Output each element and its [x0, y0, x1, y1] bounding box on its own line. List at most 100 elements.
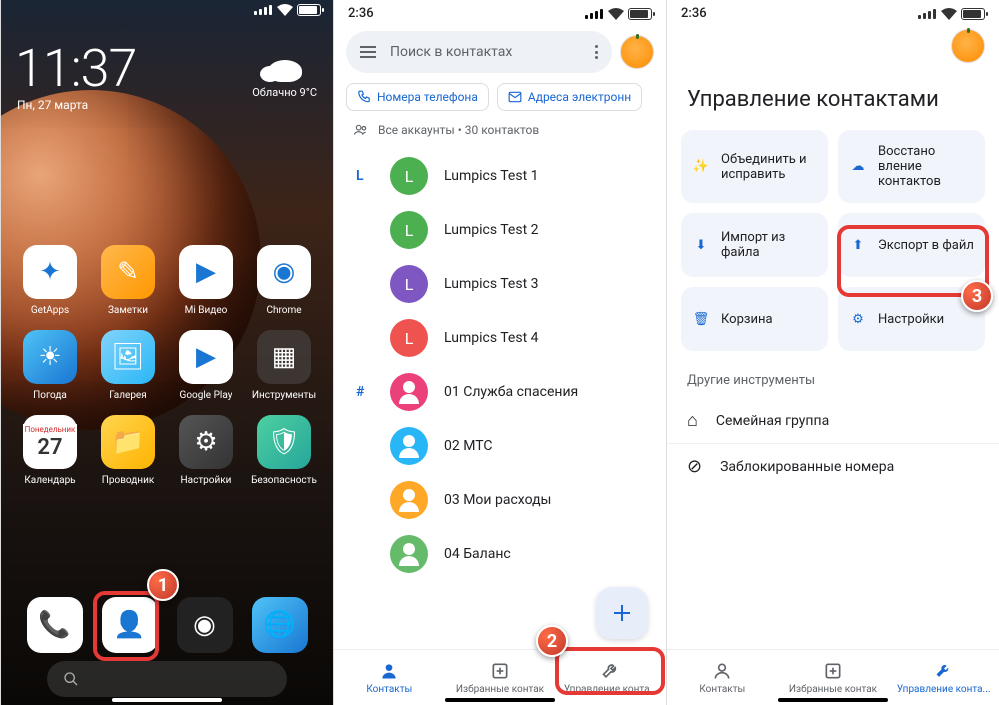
app-label: Google Play — [180, 390, 233, 401]
contacts-list: LLLumpics Test 1LLumpics Test 2LLumpics … — [334, 149, 666, 581]
link-1[interactable]: ⊘Заблокированные номера — [667, 444, 999, 489]
app-Безопасность[interactable]: 🛡Безопасность — [249, 415, 319, 486]
card-label: Объединить и исправить — [721, 152, 818, 182]
chip-phone[interactable]: Номера телефона — [346, 83, 489, 111]
app-Инструменты[interactable]: ▦Инструменты — [249, 330, 319, 401]
card-1[interactable]: ☁ Восстано вление контактов — [838, 130, 985, 203]
list-item[interactable]: LLumpics Test 2 — [334, 203, 666, 257]
avatar[interactable] — [951, 29, 985, 63]
browser-icon: 🌐 — [252, 597, 308, 653]
wifi-icon — [608, 8, 624, 20]
weather-widget[interactable]: Облачно 9°C — [252, 60, 317, 99]
tab-contacts[interactable]: Контакты — [667, 650, 778, 705]
app-Галерея[interactable]: 🖼 Галерея — [93, 330, 163, 401]
card-icon: ⬆ — [848, 235, 868, 255]
dock-camera[interactable]: ◉ — [177, 597, 233, 653]
app-Погода[interactable]: ☀Погода — [15, 330, 85, 401]
app-Заметки[interactable]: ✎Заметки — [93, 245, 163, 316]
card-label: Корзина — [721, 312, 773, 327]
list-item[interactable]: #01 Служба спасения — [334, 365, 666, 419]
app-GetApps[interactable]: ✦GetApps — [15, 245, 85, 316]
list-item[interactable]: LLumpics Test 4 — [334, 311, 666, 365]
app-icon: ◉ — [257, 245, 311, 299]
link-0[interactable]: ⌂Семейная группа — [667, 398, 999, 444]
contact-avatar — [390, 535, 428, 573]
card-2[interactable]: ⬇Импорт из файла — [681, 213, 828, 277]
list-item[interactable]: 02 МТС — [334, 419, 666, 473]
link-label: Семейная группа — [716, 413, 829, 429]
list-item[interactable]: LLLumpics Test 1 — [334, 149, 666, 203]
list-item[interactable]: LLumpics Test 3 — [334, 257, 666, 311]
card-label: Восстано вление контактов — [878, 144, 975, 189]
battery-icon: .light .battery::before,.light .battery:… — [628, 8, 652, 20]
links-list: ⌂Семейная группа⊘Заблокированные номера — [667, 398, 999, 489]
app-label: Инструменты — [252, 390, 316, 401]
app-Настройки[interactable]: ⚙Настройки — [171, 415, 241, 486]
card-0[interactable]: ✨Объединить и исправить — [681, 130, 828, 203]
app-Mi Видео[interactable]: ▶Mi Видео — [171, 245, 241, 316]
camera-icon: ◉ — [177, 597, 233, 653]
app-label: Календарь — [24, 475, 75, 486]
card-4[interactable]: 🗑Корзина — [681, 287, 828, 351]
tab-contacts[interactable]: Контакты — [334, 650, 445, 705]
contact-avatar: L — [390, 211, 428, 249]
clock: 11:37 — [15, 38, 136, 99]
tab-manage[interactable]: Управление конта... — [888, 650, 999, 705]
app-grid: ✦GetApps✎Заметки▶Mi Видео◉Chrome☀Погода🖼… — [1, 245, 333, 486]
app-icon: 🛡 — [257, 415, 311, 469]
app-Проводник[interactable]: 📁Проводник — [93, 415, 163, 486]
battery-icon — [297, 4, 321, 16]
phone-icon: 📞 — [27, 597, 83, 653]
card-icon: ☁ — [848, 157, 868, 177]
app-icon: ▶ — [179, 245, 233, 299]
contacts-icon — [379, 661, 399, 681]
menu-icon[interactable] — [360, 46, 376, 58]
status-time: 2:36 — [348, 6, 374, 21]
weather-text: Облачно 9°C — [252, 86, 317, 99]
search-bar[interactable] — [47, 661, 287, 697]
status-bar — [254, 4, 321, 16]
contact-name: 01 Служба спасения — [444, 384, 578, 400]
status-bar: 2:36 — [667, 0, 999, 23]
contact-avatar — [390, 481, 428, 519]
avatar[interactable] — [620, 35, 654, 69]
card-icon: ⚙ — [848, 309, 868, 329]
search-input[interactable]: Поиск в контактах — [346, 31, 612, 73]
home-screen: 11:37 Пн, 27 марта Облачно 9°C ✦GetApps✎… — [0, 0, 333, 705]
app-icon: 🖼 — [101, 330, 155, 384]
manage-contacts-screen: 2:36 Управление контактами ✨Объединить и… — [666, 0, 999, 705]
tab-manage[interactable]: Управление конта... — [555, 650, 666, 705]
app-icon: ✎ — [101, 245, 155, 299]
app-label: Погода — [33, 390, 67, 401]
contact-avatar: L — [390, 265, 428, 303]
star-add-icon — [490, 661, 510, 681]
app-icon: 📁 — [101, 415, 155, 469]
app-Google Play[interactable]: ▶Google Play — [171, 330, 241, 401]
dock-contacts[interactable]: 👤 — [102, 597, 158, 653]
list-item[interactable]: 04 Баланс — [334, 527, 666, 581]
contact-avatar: L — [390, 319, 428, 357]
link-label: Заблокированные номера — [720, 459, 894, 475]
app-Календарь[interactable]: Понедельник27Календарь — [15, 415, 85, 486]
date: Пн, 27 марта — [17, 98, 88, 112]
contacts-icon — [712, 661, 732, 681]
app-Chrome[interactable]: ◉Chrome — [249, 245, 319, 316]
card-3[interactable]: ⬆Экспорт в файл — [838, 213, 985, 277]
tab-favorites[interactable]: Избранные контак — [445, 650, 556, 705]
chip-email[interactable]: Адреса электронн — [497, 83, 642, 111]
star-add-icon — [823, 661, 843, 681]
tab-favorites[interactable]: Избранные контак — [778, 650, 889, 705]
bottom-nav: Контакты Избранные контак Управление кон… — [334, 649, 666, 705]
wrench-icon — [934, 661, 954, 681]
accounts-summary[interactable]: Все аккаунты • 30 контактов — [334, 121, 666, 149]
index-letter: L — [356, 168, 364, 184]
add-contact-fab[interactable] — [596, 587, 648, 639]
step-badge-1: 1 — [147, 569, 179, 601]
app-label: Галерея — [109, 390, 146, 401]
app-label: Настройки — [181, 475, 232, 486]
list-item[interactable]: 03 Мои расходы — [334, 473, 666, 527]
dock-phone[interactable]: 📞 — [27, 597, 83, 653]
more-icon[interactable] — [595, 45, 598, 59]
contacts-icon: 👤 — [102, 597, 158, 653]
dock-browser[interactable]: 🌐 — [252, 597, 308, 653]
